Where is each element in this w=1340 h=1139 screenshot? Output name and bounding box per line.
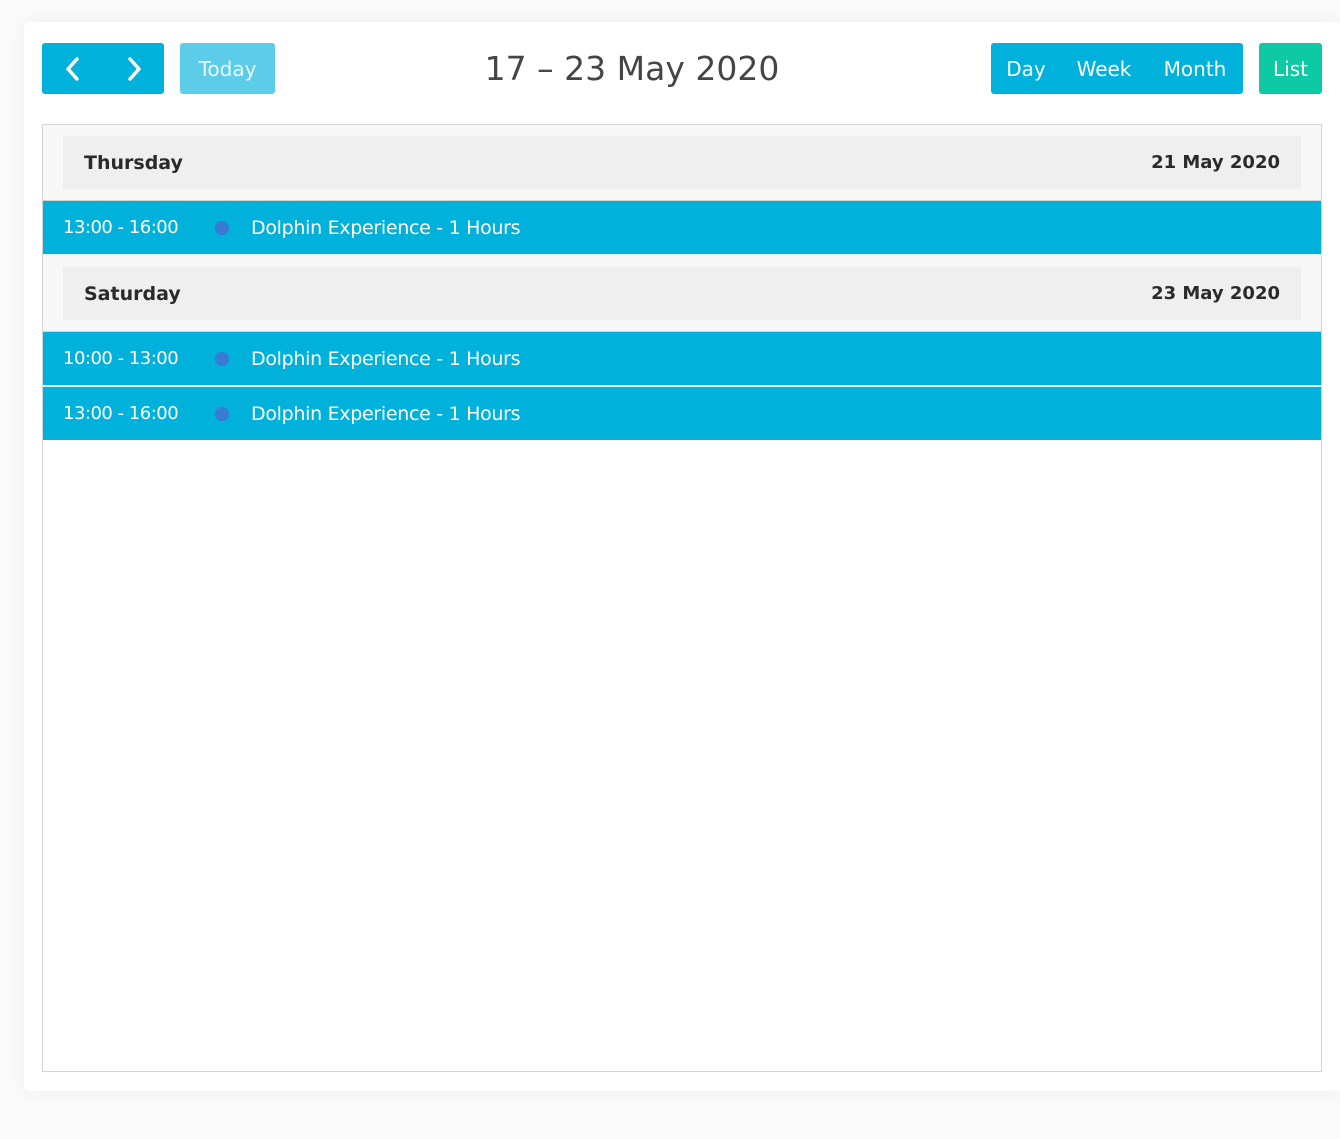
event-time: 13:00 - 16:00 bbox=[63, 403, 179, 424]
month-view-button[interactable]: Month bbox=[1147, 43, 1243, 94]
event-list: Thursday 21 May 2020 13:00 - 16:00 Dolph… bbox=[42, 124, 1322, 1072]
page-title: 17 – 23 May 2020 bbox=[484, 49, 780, 88]
event-title[interactable]: Dolphin Experience - 1 Hours bbox=[251, 348, 521, 370]
today-button[interactable]: Today bbox=[180, 43, 275, 94]
day-name: Saturday bbox=[84, 282, 181, 305]
list-view-button[interactable]: List bbox=[1259, 43, 1322, 94]
event-row[interactable]: 13:00 - 16:00 Dolphin Experience - 1 Hou… bbox=[43, 201, 1321, 256]
day-name: Thursday bbox=[84, 151, 183, 174]
event-dot-icon bbox=[215, 220, 229, 235]
view-button-group: Day Week Month bbox=[991, 43, 1243, 94]
next-button[interactable] bbox=[103, 43, 164, 94]
event-dot-icon bbox=[215, 406, 229, 421]
event-time: 13:00 - 16:00 bbox=[63, 217, 179, 238]
prev-button[interactable] bbox=[42, 43, 103, 94]
event-title[interactable]: Dolphin Experience - 1 Hours bbox=[251, 403, 521, 425]
event-row[interactable]: 10:00 - 13:00 Dolphin Experience - 1 Hou… bbox=[43, 332, 1321, 387]
day-view-button[interactable]: Day bbox=[991, 43, 1061, 94]
event-time: 10:00 - 13:00 bbox=[63, 348, 179, 369]
nav-button-group bbox=[42, 43, 164, 94]
event-title[interactable]: Dolphin Experience - 1 Hours bbox=[251, 217, 521, 239]
chevron-right-icon bbox=[127, 56, 141, 81]
week-view-button[interactable]: Week bbox=[1061, 43, 1147, 94]
day-header-row: Thursday 21 May 2020 bbox=[43, 125, 1321, 201]
event-dot-icon bbox=[215, 351, 229, 366]
chevron-left-icon bbox=[65, 56, 79, 81]
event-row[interactable]: 13:00 - 16:00 Dolphin Experience - 1 Hou… bbox=[43, 387, 1321, 440]
day-date: 21 May 2020 bbox=[1151, 152, 1280, 173]
day-header: Thursday 21 May 2020 bbox=[63, 136, 1301, 189]
day-date: 23 May 2020 bbox=[1151, 283, 1280, 304]
day-header-row: Saturday 23 May 2020 bbox=[43, 256, 1321, 332]
day-header: Saturday 23 May 2020 bbox=[63, 267, 1301, 320]
